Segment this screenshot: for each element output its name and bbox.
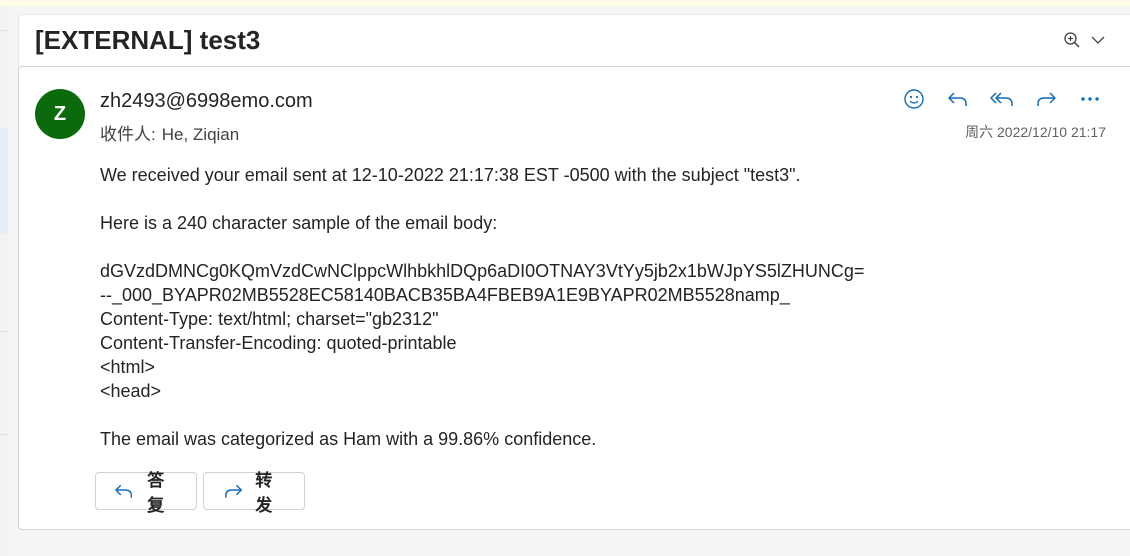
reply-icon[interactable]: [936, 86, 980, 112]
reply-all-icon[interactable]: [980, 86, 1024, 112]
message-actions: [892, 86, 1112, 112]
forward-icon[interactable]: [1024, 86, 1068, 112]
body-sample-line: Content-Type: text/html; charset="gb2312…: [100, 309, 439, 329]
emoji-icon[interactable]: [892, 86, 936, 112]
forward-button[interactable]: 转发: [203, 471, 305, 515]
message-reading-pane: Z zh2493@6998emo.com 收件人: He, Ziqian 周六 …: [18, 66, 1130, 530]
forward-button-label: 转发: [255, 471, 273, 515]
divider: [0, 30, 8, 31]
received-date: 周六 2022/12/10 21:17: [965, 124, 1106, 140]
message-body: We received your email sent at 12-10-202…: [100, 163, 1100, 451]
subject-header: [EXTERNAL] test3: [18, 14, 1130, 67]
reply-button-row: 答复 转发: [95, 471, 305, 515]
subject-toolbar: [1063, 31, 1107, 49]
more-icon[interactable]: [1068, 86, 1112, 112]
recipient-row: 收件人: He, Ziqian: [100, 120, 239, 145]
body-paragraph: Here is a 240 character sample of the em…: [100, 213, 498, 233]
reply-icon: [115, 484, 133, 498]
email-subject: [EXTERNAL] test3: [35, 25, 261, 55]
body-sample-line: <html>: [100, 357, 156, 377]
recipient-name[interactable]: He, Ziqian: [162, 125, 239, 144]
reply-button-label: 答复: [147, 471, 165, 515]
chevron-down-icon[interactable]: [1089, 31, 1107, 49]
selected-item-indicator: [0, 128, 8, 234]
body-sample-line: <head>: [100, 381, 162, 401]
body-paragraph: We received your email sent at 12-10-202…: [100, 165, 801, 185]
sender-address[interactable]: zh2493@6998emo.com: [100, 90, 313, 113]
message-list-edge: [0, 6, 8, 556]
divider: [0, 434, 8, 435]
zoom-in-icon[interactable]: [1063, 31, 1081, 49]
body-sample-line: Content-Transfer-Encoding: quoted-printa…: [100, 333, 457, 353]
reply-button[interactable]: 答复: [95, 471, 197, 515]
body-sample-line: dGVzdDMNCg0KQmVzdCwNClppcWlhbkhlDQp6aDI0…: [100, 261, 865, 281]
body-sample-line: --_000_BYAPR02MB5528EC58140BACB35BA4FBEB…: [100, 285, 790, 305]
top-notification-strip: [0, 0, 1130, 6]
forward-icon: [225, 484, 243, 498]
divider: [0, 331, 8, 332]
body-paragraph: The email was categorized as Ham with a …: [100, 429, 597, 449]
avatar[interactable]: Z: [35, 89, 85, 139]
recipient-label: 收件人:: [100, 125, 156, 144]
